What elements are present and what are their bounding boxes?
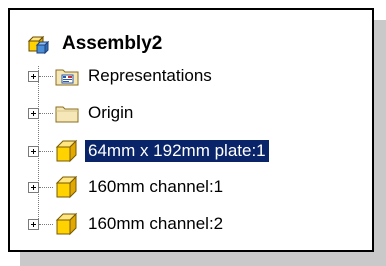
tree-node-channel-1[interactable]: 160mm channel:1 — [28, 172, 226, 202]
part-icon — [53, 173, 81, 201]
assembly-icon — [26, 30, 54, 58]
tree-node-label: 160mm channel:2 — [88, 214, 224, 233]
tree-node-channel-2[interactable]: 160mm channel:2 — [28, 209, 226, 239]
expand-toggle-icon[interactable] — [28, 107, 39, 119]
expand-toggle-icon[interactable] — [28, 218, 39, 230]
folder-icon — [53, 99, 81, 127]
tree-root-label: Assembly2 — [62, 33, 163, 54]
tree-node-origin[interactable]: Origin — [28, 98, 136, 128]
expand-toggle-icon[interactable] — [28, 70, 39, 82]
expand-toggle-icon[interactable] — [28, 145, 39, 157]
part-icon — [53, 210, 81, 238]
expand-toggle-icon[interactable] — [28, 181, 39, 193]
tree-node-label: Representations — [88, 66, 212, 85]
tree-node-label: 160mm channel:1 — [88, 177, 224, 196]
part-icon — [53, 137, 81, 165]
tree-node-representations[interactable]: Representations — [28, 61, 215, 91]
representations-folder-icon — [53, 62, 81, 90]
tree-root-assembly[interactable]: Assembly2 — [26, 30, 162, 58]
tree-node-plate[interactable]: 64mm x 192mm plate:1 — [28, 136, 269, 166]
tree-node-label: Origin — [88, 103, 134, 122]
browser-tree-panel: Assembly2 Representations Origin 64mm x … — [8, 8, 374, 252]
tree-node-label: 64mm x 192mm plate:1 — [85, 140, 269, 162]
